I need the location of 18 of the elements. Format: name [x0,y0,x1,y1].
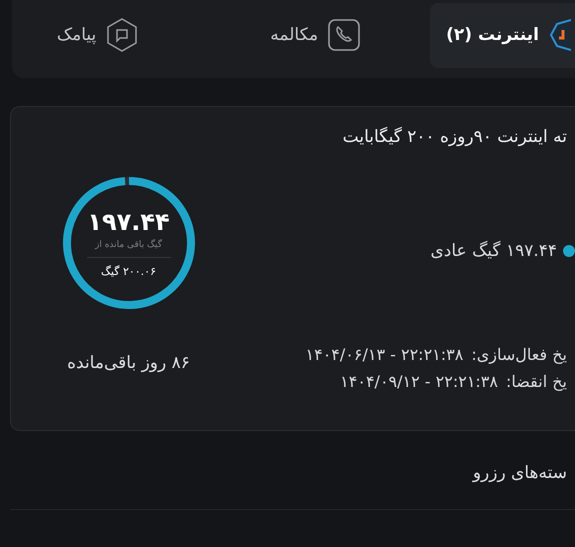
date-label: یخ انقضا: [506,372,567,391]
phone-icon [328,19,360,51]
date-value: ۱۴۰۴/۰۹/۱۲ - ۲۲:۲۱:۳۸ [340,372,498,391]
tab[interactable]: اینترنت (۲) [430,2,575,68]
remaining-caption: گیگ باقی مانده از [94,240,162,250]
tab[interactable]: پیامک [34,2,148,68]
total-value: ۲۰۰.۰۶ گیگ [101,265,156,278]
legend-label: ۱۹۷.۴۴ گیگ عادی [430,241,557,261]
ring-track [124,177,129,186]
hexagon-icon [549,18,571,52]
days-left: ۸۶ روز باقی‌مانده [67,353,190,373]
remaining-value: ۱۹۷.۴۴ [87,208,170,236]
tab[interactable]: مکالمه [248,2,370,68]
date-label: یخ فعال‌سازی: [471,345,567,364]
section-title: سته‌های رزرو [472,463,567,483]
chat-bubble-icon [106,18,138,52]
date-value: ۱۴۰۴/۰۶/۱۳ - ۲۲:۲۱:۳۸ [306,345,464,364]
package-title: ته اینترنت ۹۰روزه ۲۰۰ گیگابایت [342,127,567,147]
